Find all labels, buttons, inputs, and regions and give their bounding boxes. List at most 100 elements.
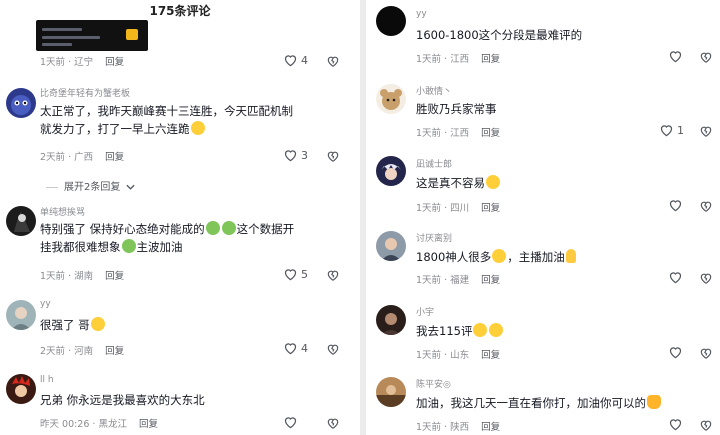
comment-text: 我去115评 [416,322,674,340]
thumbnail-badge-icon [126,29,138,40]
comment-meta: 1天前 · 福建 回复 [416,275,501,286]
comment-column-left: 175条评论 1天前 · 辽宁 回复 4 比奇堡年轻有为蟹老板 太正常了，我昨天巅… [0,0,360,435]
heart-icon [284,150,297,162]
broken-heart-icon [700,348,712,359]
reply-button[interactable]: 回复 [481,54,500,65]
reply-button[interactable]: 回复 [105,271,124,282]
avatar[interactable] [6,300,36,330]
dislike-button[interactable] [699,270,713,289]
dislike-button[interactable] [699,198,713,217]
avatar[interactable] [376,377,406,407]
comment-meta: 1天前 · 辽宁 回复 [40,57,125,68]
broken-heart-icon [327,270,339,281]
dislike-button[interactable] [326,267,340,286]
comment-author[interactable]: yy [40,299,51,309]
teary-emoji-icon [489,323,504,337]
like-button[interactable]: 1 [659,123,684,137]
reply-button[interactable]: 回复 [481,203,500,214]
reply-button[interactable]: 回复 [481,422,500,433]
reply-button[interactable]: 回复 [481,350,500,361]
heart-icon [284,343,297,355]
heart-icon [284,55,297,67]
reply-button[interactable]: 回复 [481,275,500,286]
heart-icon [660,125,673,137]
dislike-button[interactable] [326,53,340,72]
comment-text: 1600-1800这个分段是最难评的 [416,28,583,42]
broken-heart-icon [327,151,339,162]
dislike-button[interactable] [699,345,713,364]
avatar[interactable] [376,305,406,335]
like-button[interactable] [668,198,683,212]
like-button[interactable] [668,270,683,284]
avatar[interactable] [376,6,406,36]
crying-emoji-icon [190,121,205,135]
cool-emoji-icon [121,239,136,253]
heart-icon [284,269,297,281]
crying-emoji-icon [486,175,500,189]
reply-button[interactable]: 回复 [139,419,158,430]
dislike-button[interactable] [699,417,713,435]
broken-heart-icon [700,201,712,212]
heart-icon [669,272,682,284]
dislike-button[interactable] [326,148,340,167]
heart-icon [669,200,682,212]
broken-heart-icon [327,56,339,67]
comment-author[interactable]: yy [416,9,427,19]
comment-meta: 1天前 · 江西 回复 [416,128,501,139]
laughing-emoji-icon [492,249,507,263]
dislike-button[interactable] [326,415,340,434]
comment-meta: 1天前 · 四川 回复 [416,203,501,214]
like-button[interactable] [668,49,683,63]
like-button[interactable] [668,345,683,359]
dislike-button[interactable] [699,49,713,68]
comment-author[interactable]: 比奇堡年轻有为蟹老板 [40,86,130,99]
comment-author[interactable]: 小宇 [416,305,434,318]
cool-emoji-icon [205,221,220,235]
reply-button[interactable]: 回复 [105,57,124,68]
comment-meta: 2天前 · 河南 回复 [40,346,125,357]
comment-author[interactable]: 讨厌离别 [416,231,452,244]
like-button[interactable] [668,417,683,431]
reply-button[interactable]: 回复 [105,346,124,357]
avatar[interactable] [376,156,406,186]
avatar[interactable] [6,374,36,404]
comment-text: 很强了 哥 [40,316,298,334]
reply-button[interactable]: 回复 [481,128,500,139]
like-button[interactable]: 4 [283,341,308,355]
comment-text: 这是真不容易 [416,174,674,192]
like-button[interactable]: 4 [283,53,308,67]
like-button[interactable] [283,415,298,429]
comment-author[interactable]: 陈平安◎ [416,377,451,390]
comment-meta: 1天前 · 山东 回复 [416,350,501,361]
comment-author[interactable]: 凪诚士郎 [416,157,452,170]
comment-text: 胜败乃兵家常事 [416,102,497,116]
teary-emoji-icon [473,323,488,337]
comment-author[interactable]: 单纯想挨骂 [40,205,85,218]
like-button[interactable]: 3 [283,148,308,162]
comment-meta: 2天前 · 广西 回复 [40,152,125,163]
like-button[interactable]: 5 [283,267,308,281]
comment-author[interactable]: ll h [40,375,54,385]
broken-heart-icon [700,420,712,431]
cool-emoji-icon [221,221,236,235]
comment-text: 加油，我这几天一直在看你打，加油你可以的 [416,394,716,412]
heart-icon [669,347,682,359]
broken-heart-icon [327,418,339,429]
thumbs-up-icon [647,395,661,409]
dislike-button[interactable] [699,123,713,142]
expand-replies-button[interactable]: 展开2条回复 [46,178,135,193]
reply-button[interactable]: 回复 [105,152,124,163]
comment-author[interactable]: 小敢情丶 [416,84,452,97]
avatar[interactable] [6,88,36,118]
heart-icon [669,419,682,431]
dislike-button[interactable] [326,341,340,360]
comment-count-title: 175条评论 [149,4,211,18]
video-thumbnail[interactable] [36,20,148,51]
chevron-down-icon [125,184,135,190]
avatar[interactable] [376,84,406,114]
comment-meta: 1天前 · 陕西 回复 [416,422,501,433]
comment-meta: 1天前 · 江西 回复 [416,54,501,65]
avatar[interactable] [376,231,406,261]
avatar[interactable] [6,206,36,236]
comment-text: 1800神人很多 ，主播加油 [416,248,674,266]
